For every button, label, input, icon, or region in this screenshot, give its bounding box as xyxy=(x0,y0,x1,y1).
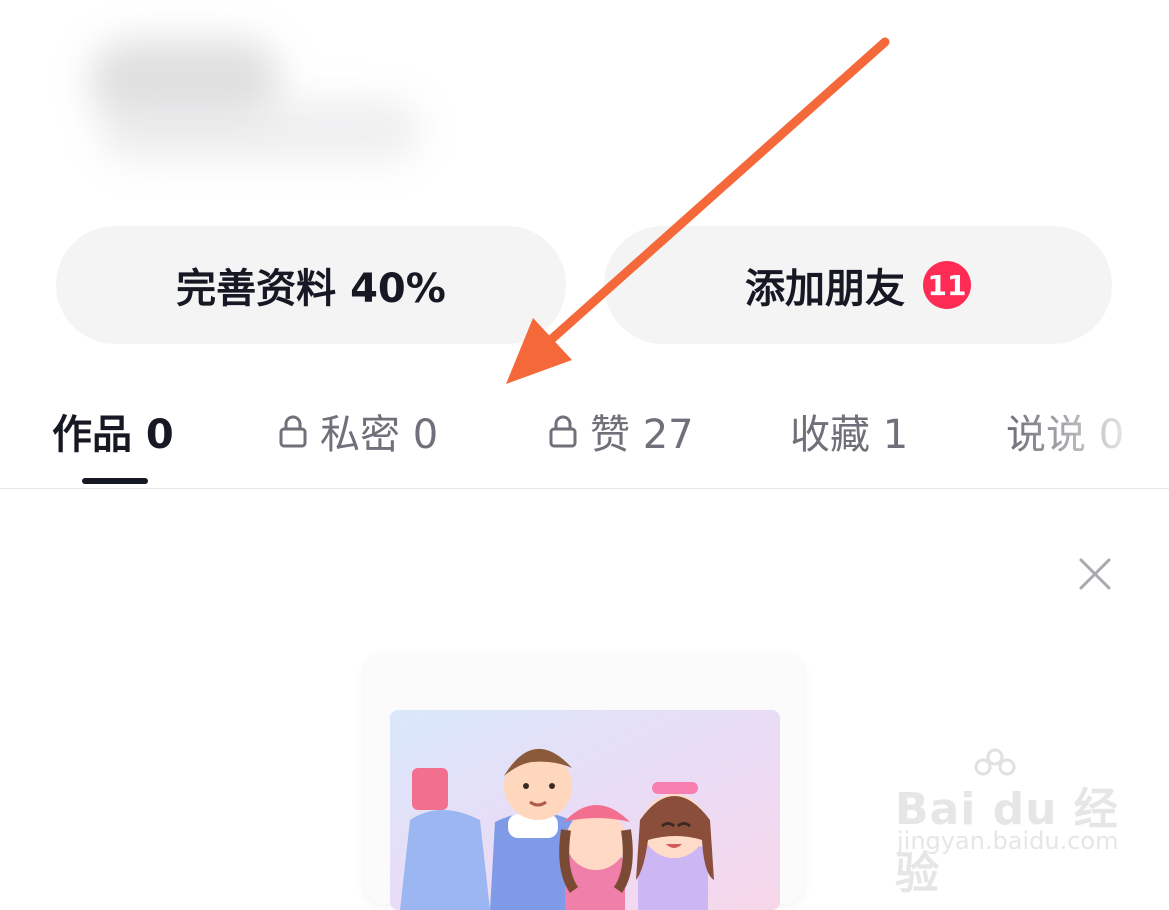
friends-selfie-illustration xyxy=(390,710,780,910)
add-friends-button[interactable]: 添加朋友 11 xyxy=(604,226,1112,344)
blurred-user-info xyxy=(100,100,420,160)
complete-profile-button[interactable]: 完善资料 40% xyxy=(56,226,566,344)
profile-tabs: 作品 0 私密 0 赞 27 收藏 1 说说 0 xyxy=(0,372,1169,488)
add-friends-label: 添加朋友 xyxy=(745,266,905,312)
complete-profile-label: 完善资料 40% xyxy=(176,266,446,312)
tab-likes[interactable]: 赞 27 xyxy=(548,402,694,460)
baidu-watermark: Bai du 经验 jingyan.baidu.com xyxy=(895,745,1145,899)
active-tab-indicator xyxy=(82,478,148,484)
tab-works-label: 作品 0 xyxy=(52,412,174,458)
lock-icon xyxy=(549,415,577,448)
tab-favorites-label: 收藏 1 xyxy=(790,412,909,458)
friend-request-badge: 11 xyxy=(923,261,971,309)
tab-private[interactable]: 私密 0 xyxy=(278,402,438,460)
lock-icon xyxy=(279,415,307,448)
tab-posts[interactable]: 说说 0 xyxy=(1006,402,1124,460)
close-icon[interactable] xyxy=(1076,555,1114,593)
tab-favorites[interactable]: 收藏 1 xyxy=(790,402,908,460)
tabs-divider xyxy=(0,488,1169,489)
tab-private-label: 私密 0 xyxy=(320,412,439,458)
tab-posts-label: 说说 0 xyxy=(1006,412,1125,458)
friends-promo-card xyxy=(364,654,804,910)
tab-works[interactable]: 作品 0 xyxy=(52,402,174,460)
tab-likes-label: 赞 27 xyxy=(590,412,694,458)
watermark-url: jingyan.baidu.com xyxy=(897,827,1119,855)
